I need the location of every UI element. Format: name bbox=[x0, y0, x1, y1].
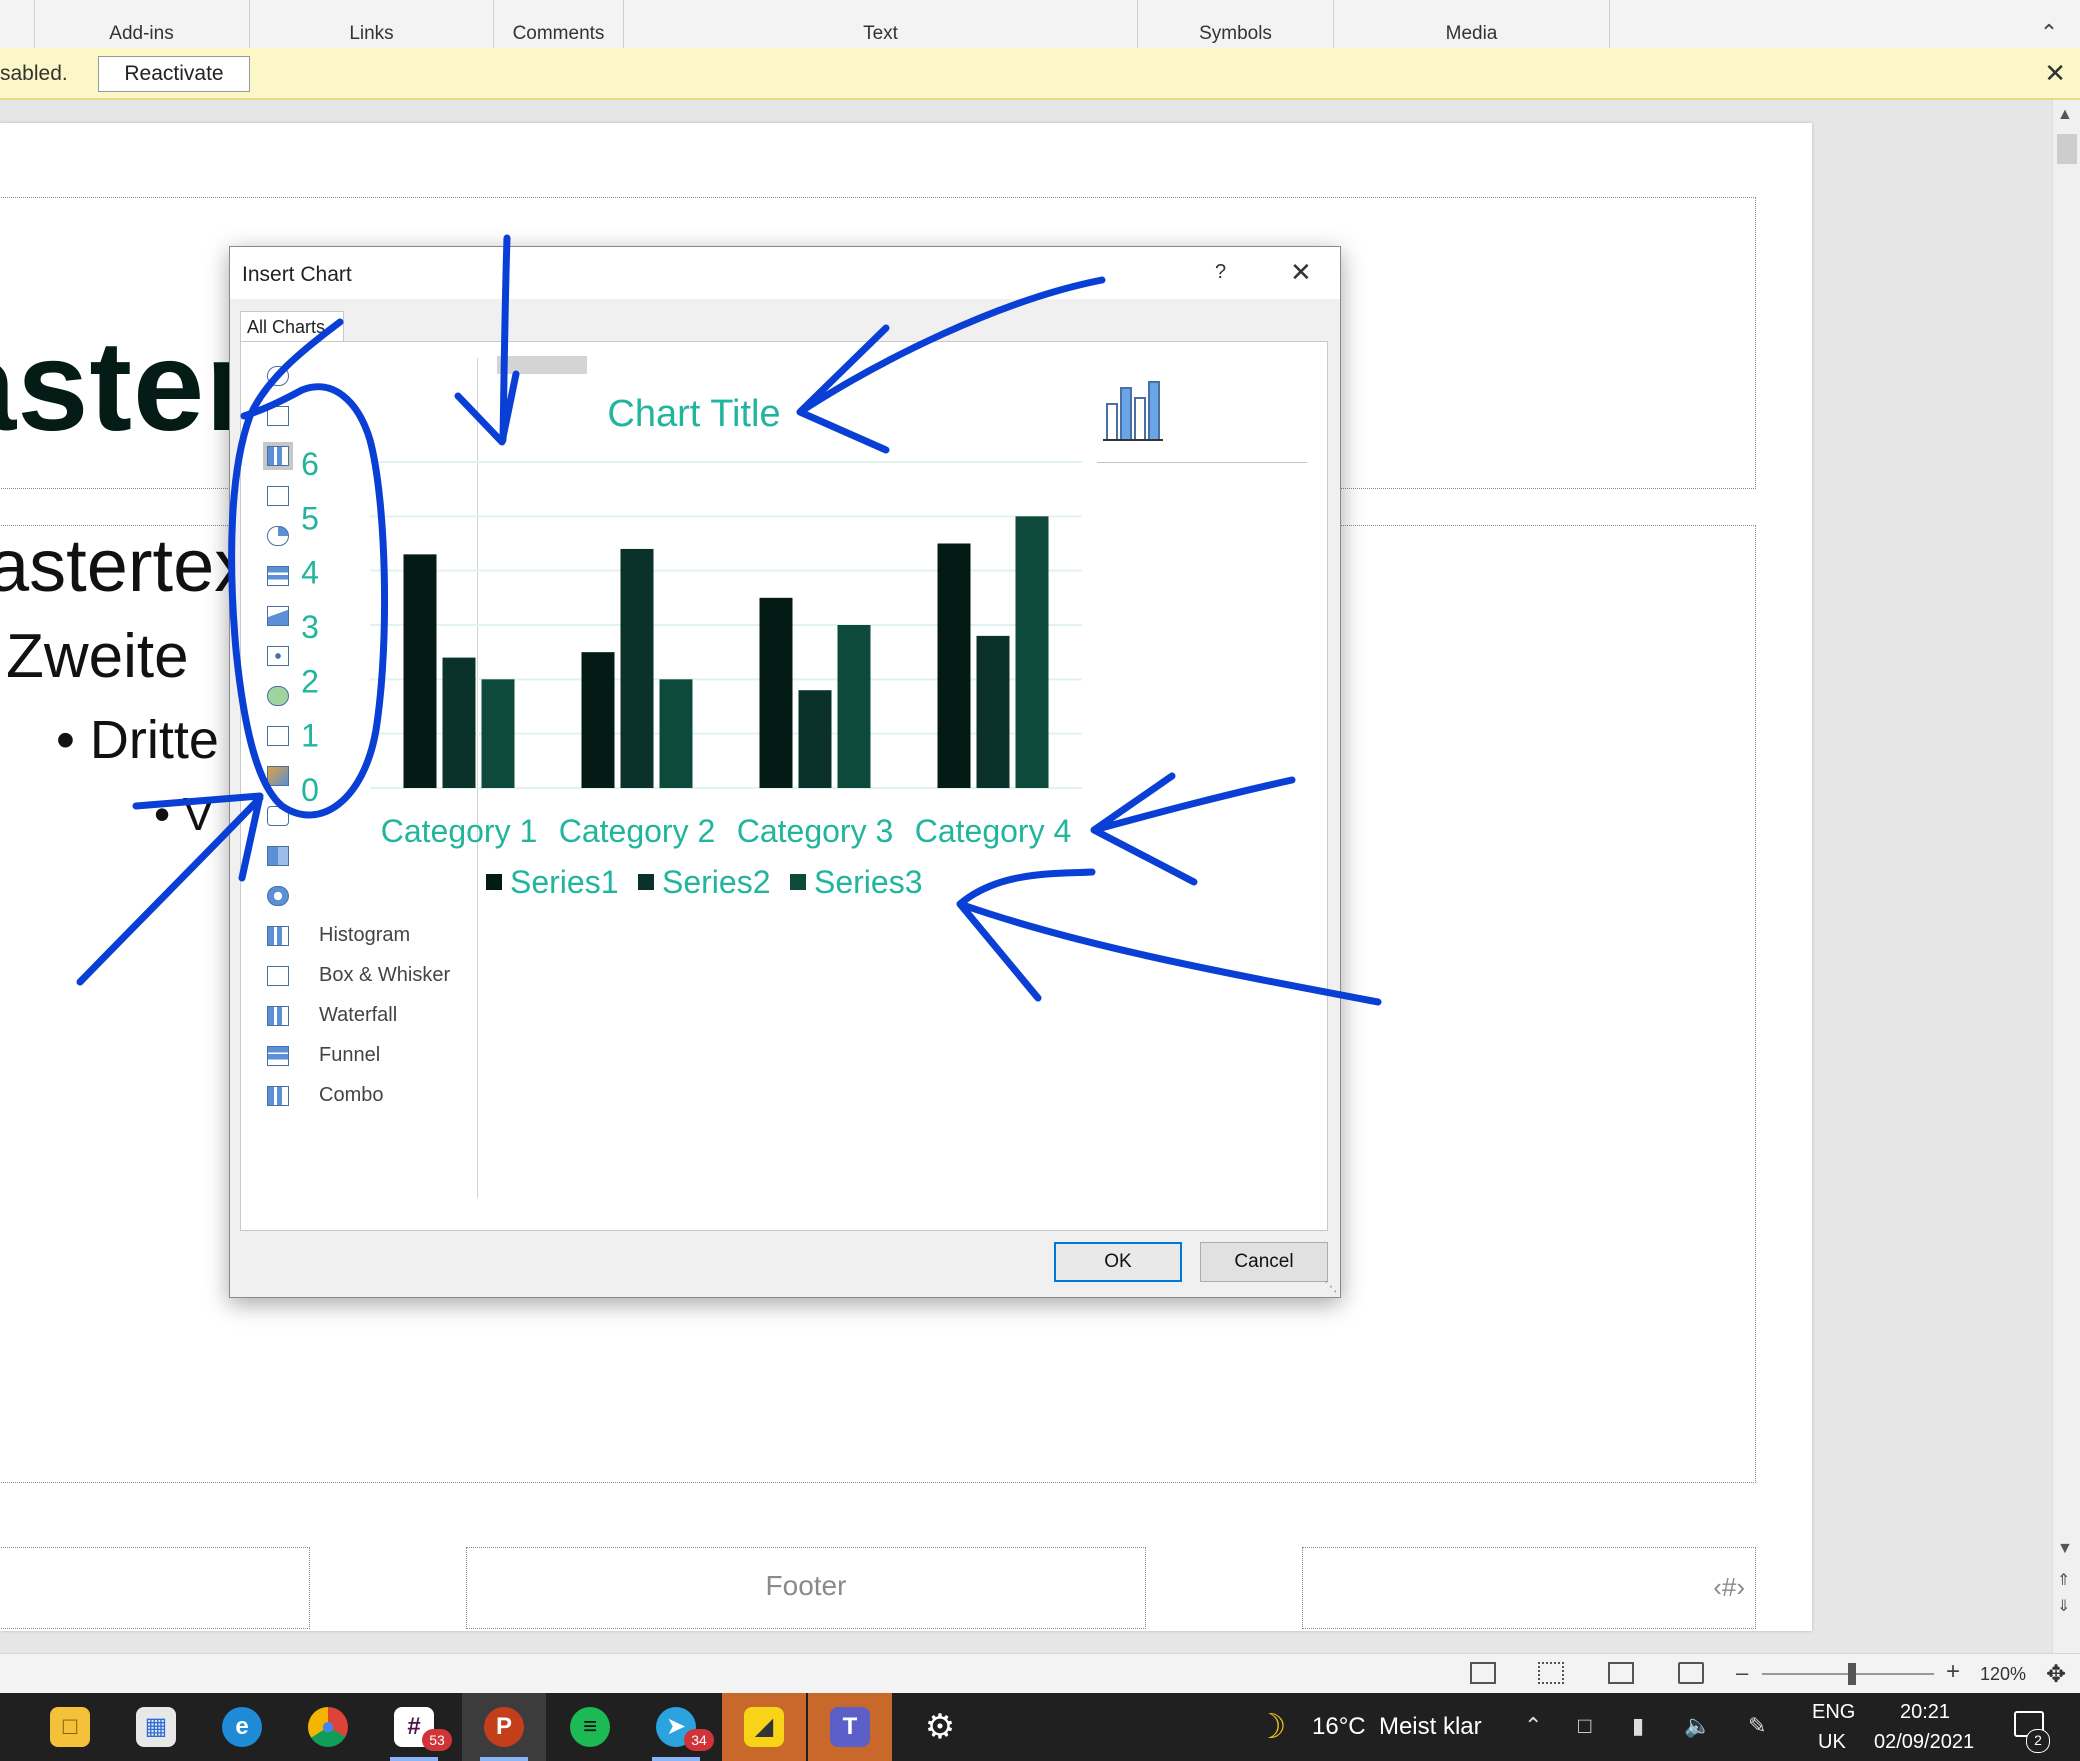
bar bbox=[759, 597, 793, 788]
bar bbox=[976, 635, 1010, 788]
legend-swatch bbox=[638, 874, 654, 890]
y-tick-label: 3 bbox=[301, 609, 319, 645]
x-tick-label: Category 2 bbox=[559, 813, 716, 849]
legend-swatch bbox=[486, 874, 502, 890]
x-tick-label: Category 3 bbox=[737, 813, 894, 849]
legend-entry: Series1 bbox=[510, 864, 619, 900]
y-tick-label: 4 bbox=[301, 555, 319, 591]
bar bbox=[837, 625, 871, 788]
bar bbox=[937, 543, 971, 788]
legend-swatch bbox=[790, 874, 806, 890]
bar bbox=[620, 548, 654, 788]
y-tick-label: 5 bbox=[301, 500, 319, 536]
bar bbox=[1015, 516, 1049, 788]
y-tick-label: 0 bbox=[301, 772, 319, 808]
chart-title: Chart Title bbox=[607, 393, 780, 435]
bar bbox=[798, 690, 832, 788]
bar bbox=[481, 679, 515, 788]
x-tick-label: Category 1 bbox=[381, 813, 538, 849]
bar bbox=[403, 554, 437, 788]
bar bbox=[659, 679, 693, 788]
legend-entry: Series2 bbox=[662, 864, 771, 900]
legend-entry: Series3 bbox=[814, 864, 923, 900]
y-tick-label: 6 bbox=[301, 446, 319, 482]
bar bbox=[442, 657, 476, 788]
y-tick-label: 1 bbox=[301, 718, 319, 754]
y-tick-label: 2 bbox=[301, 663, 319, 699]
x-tick-label: Category 4 bbox=[915, 813, 1072, 849]
bar bbox=[581, 652, 615, 788]
chart-preview: Chart Title 0 1 2 3 4 5 6 Category 1 Category 2 Ca… bbox=[301, 393, 1082, 900]
